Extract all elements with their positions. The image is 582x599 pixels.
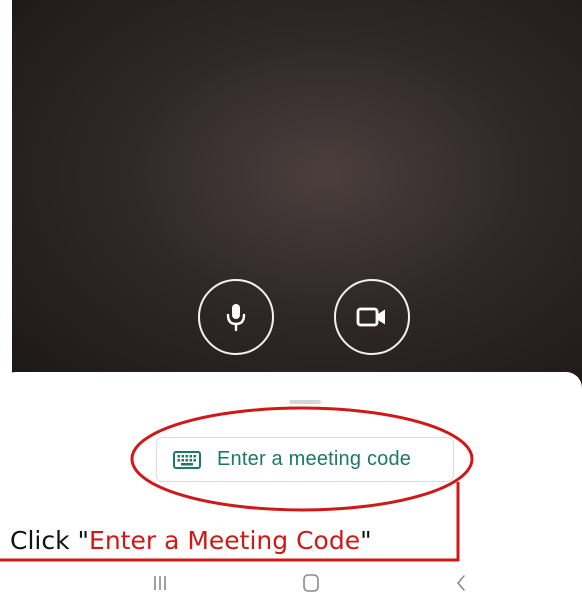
bottom-sheet <box>0 372 582 599</box>
video-camera-icon <box>356 307 385 327</box>
enter-meeting-code-button[interactable]: Enter a meeting code <box>156 437 454 482</box>
sheet-drag-handle[interactable] <box>289 400 321 404</box>
enter-meeting-code-label: Enter a meeting code <box>217 448 412 470</box>
recents-button[interactable] <box>140 570 180 596</box>
camera-toggle-button[interactable] <box>334 279 410 355</box>
screen: Enter a meeting code Click "Enter a Meet… <box>0 0 582 599</box>
back-icon <box>457 575 465 591</box>
instruction-prefix: Click " <box>10 526 90 555</box>
instruction-suffix: " <box>360 526 372 555</box>
recents-icon <box>154 576 166 590</box>
keyboard-icon <box>173 450 201 469</box>
home-button[interactable] <box>291 570 331 596</box>
microphone-toggle-button[interactable] <box>198 279 274 355</box>
instruction-caption: Click "Enter a Meeting Code" <box>10 521 372 561</box>
camera-preview <box>12 0 582 388</box>
android-nav-bar <box>0 566 582 599</box>
home-icon <box>303 574 319 592</box>
instruction-highlight: Enter a Meeting Code <box>89 526 361 555</box>
microphone-icon <box>226 304 246 332</box>
back-button[interactable] <box>441 570 481 596</box>
